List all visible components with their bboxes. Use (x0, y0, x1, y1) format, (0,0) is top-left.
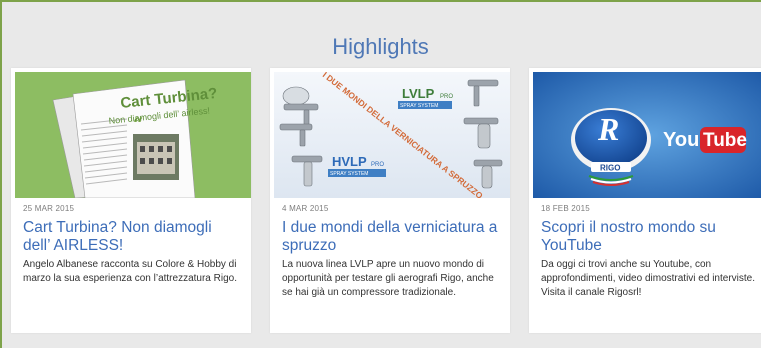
svg-text:RIGO: RIGO (600, 164, 620, 173)
svg-text:Tube: Tube (703, 130, 747, 151)
svg-text:SPRAY SYSTEM: SPRAY SYSTEM (330, 171, 368, 177)
svg-text:LVLP: LVLP (402, 86, 435, 101)
card-image-youtube[interactable]: R RIGO You Tube (533, 72, 761, 198)
svg-text:HVLP: HVLP (332, 154, 367, 169)
spray-guns-image: I DUE MONDI DELLA VERNICIATURA A SPRUZZO… (274, 72, 510, 198)
highlight-card-due-mondi[interactable]: I DUE MONDI DELLA VERNICIATURA A SPRUZZO… (270, 68, 510, 333)
card-description: Angelo Albanese racconta su Colore & Hob… (23, 259, 237, 284)
card-date: 25 MAR 2015 (23, 204, 75, 213)
svg-text:R: R (597, 111, 619, 147)
section-title: Highlights (332, 34, 429, 59)
card-description: Da oggi ci trovi anche su Youtube, con a… (541, 259, 755, 298)
card-description: La nuova linea LVLP apre un nuovo mondo … (282, 259, 494, 298)
card-image-spray-guns[interactable]: I DUE MONDI DELLA VERNICIATURA A SPRUZZO… (274, 72, 510, 198)
highlight-card-cart-turbina[interactable]: “ Cart Turbina? Non diamogli dell’ airle… (11, 68, 251, 333)
card-title-link[interactable]: I due mondi della verniciatura a spruzzo (282, 219, 500, 255)
highlight-card-youtube[interactable]: R RIGO You Tube 18 FEB 2015 Scopri il no… (529, 68, 761, 333)
svg-text:You: You (663, 129, 699, 151)
card-date: 18 FEB 2015 (541, 204, 590, 213)
card-title-link[interactable]: Scopri il nostro mondo su YouTube (541, 219, 755, 255)
svg-text:SPRAY SYSTEM: SPRAY SYSTEM (400, 103, 438, 109)
svg-text:PRO: PRO (440, 94, 453, 100)
magazine-image: “ Cart Turbina? Non diamogli dell’ airle… (15, 72, 251, 198)
svg-text:PRO: PRO (371, 162, 384, 168)
card-date: 4 MAR 2015 (282, 204, 329, 213)
card-image-magazine[interactable]: “ Cart Turbina? Non diamogli dell’ airle… (15, 72, 251, 198)
card-title-link[interactable]: Cart Turbina? Non diamogli dell’ AIRLESS… (23, 219, 241, 255)
rigo-youtube-image: R RIGO You Tube (533, 72, 761, 198)
